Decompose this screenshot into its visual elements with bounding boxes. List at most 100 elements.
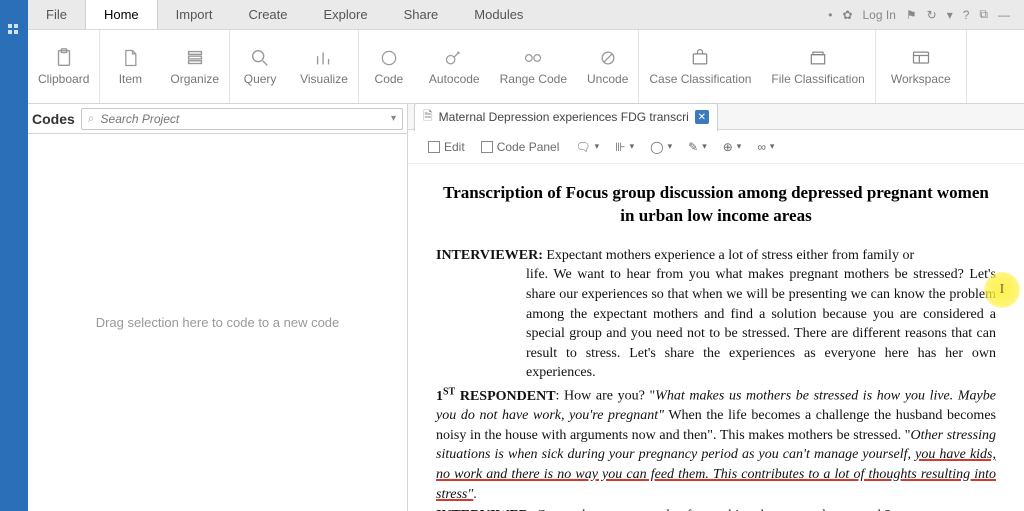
code-panel-toggle[interactable]: Code Panel <box>481 140 560 154</box>
ribbon-autocode-label: Autocode <box>429 73 480 86</box>
speaker-label: 1ST RESPONDENT <box>436 389 556 404</box>
ribbon-file-classification[interactable]: File Classification <box>761 30 874 103</box>
chart-icon <box>313 47 335 69</box>
search-icon <box>249 47 271 69</box>
menu-import[interactable]: Import <box>158 0 231 29</box>
file-classification-icon <box>807 47 829 69</box>
respondent-tail: . <box>473 487 477 502</box>
codes-panel: Codes ⌕ ▾ Drag selection here to code to… <box>28 104 408 511</box>
tray-sync-icon[interactable]: ✿ <box>842 8 852 22</box>
speaker-label: INTERVIEWER: <box>436 248 543 263</box>
ribbon-visualize[interactable]: Visualize <box>290 30 358 103</box>
menu-file[interactable]: File <box>28 0 85 29</box>
document-tab-bar: 🗎 Maternal Depression experiences FDG tr… <box>408 104 1024 130</box>
tray-refresh-icon[interactable]: ↻ <box>927 8 937 22</box>
tray-login-button[interactable]: Log In <box>863 8 896 22</box>
search-icon: ⌕ <box>82 111 101 126</box>
ribbon-query-label: Query <box>244 73 277 86</box>
range-icon <box>522 47 544 69</box>
document-tab-title: Maternal Depression experiences FDG tran… <box>439 110 689 124</box>
codes-drop-hint: Drag selection here to code to a new cod… <box>96 315 340 330</box>
rail-grip-icon <box>8 24 20 36</box>
menu-create[interactable]: Create <box>230 0 305 29</box>
tray-dropdown-icon[interactable]: ▾ <box>947 8 953 22</box>
respondent-block: 1ST RESPONDENT: How are you? "What makes… <box>436 385 996 504</box>
ribbon-uncode[interactable]: Uncode <box>577 30 638 103</box>
ribbon-code-label: Code <box>375 73 404 86</box>
menu-modules[interactable]: Modules <box>456 0 541 29</box>
tray-help-icon[interactable]: ? <box>963 8 970 22</box>
codes-drop-area[interactable]: Drag selection here to code to a new cod… <box>28 134 407 511</box>
document-title: Transcription of Focus group discussion … <box>436 182 996 228</box>
app-left-rail <box>0 0 28 511</box>
search-project-input[interactable] <box>101 112 385 126</box>
document-tab[interactable]: 🗎 Maternal Depression experiences FDG tr… <box>414 103 718 131</box>
ribbon-item[interactable]: Item <box>100 30 160 103</box>
document-icon: 🗎 <box>423 107 433 128</box>
code-panel-toggle-label: Code Panel <box>497 140 560 154</box>
highlight-tool[interactable]: ◯▾ <box>650 140 672 154</box>
checkbox-icon <box>428 141 440 153</box>
ribbon-case-classification-label: Case Classification <box>649 73 751 86</box>
document-panel: 🗎 Maternal Depression experiences FDG tr… <box>408 104 1024 511</box>
document-toolbar: Edit Code Panel 🗨▾ ⊪▾ ◯▾ ✎▾ ⊕▾ ∞▾ <box>408 130 1024 164</box>
titlebar-tray: • ✿ Log In ⚑ ↻ ▾ ? ⧉ — <box>828 0 1024 29</box>
tray-minimize-icon[interactable]: — <box>998 8 1010 22</box>
annotate-icon: 🗨 <box>575 140 590 154</box>
menu-home[interactable]: Home <box>85 0 158 29</box>
app-window: File Home Import Create Explore Share Mo… <box>28 0 1024 511</box>
zoom-icon: ⊕ <box>723 140 733 154</box>
ribbon-case-classification[interactable]: Case Classification <box>639 30 761 103</box>
workspace-icon <box>910 47 932 69</box>
pen-icon: ✎ <box>688 140 698 154</box>
ribbon-code[interactable]: Code <box>359 30 419 103</box>
checkbox-icon <box>481 141 493 153</box>
transcript-continuation: life. We want to hear from you what make… <box>436 265 996 383</box>
chevron-down-icon[interactable]: ▾ <box>385 113 402 124</box>
auto-icon <box>443 47 465 69</box>
stripes-tool[interactable]: ⊪▾ <box>615 140 634 154</box>
ribbon-clipboard-label: Clipboard <box>38 73 89 86</box>
ribbon-range-code[interactable]: Range Code <box>490 30 577 103</box>
uncode-icon <box>597 47 619 69</box>
ribbon-clipboard[interactable]: Clipboard <box>28 30 99 103</box>
organize-icon <box>184 47 206 69</box>
circle-icon <box>378 47 400 69</box>
ribbon-workspace[interactable]: Workspace <box>876 30 966 103</box>
ribbon-autocode[interactable]: Autocode <box>419 30 490 103</box>
menu-share[interactable]: Share <box>386 0 457 29</box>
ribbon-item-label: Item <box>119 73 142 86</box>
ribbon-uncode-label: Uncode <box>587 73 628 86</box>
ribbon-organize-label: Organize <box>170 73 219 86</box>
tray-save-icon[interactable]: ⚑ <box>906 8 917 22</box>
link-tool[interactable]: ∞▾ <box>757 140 774 154</box>
menu-bar: File Home Import Create Explore Share Mo… <box>28 0 1024 30</box>
tray-dot-icon[interactable]: • <box>828 8 832 22</box>
highlight-icon: ◯ <box>650 140 663 154</box>
ribbon-range-code-label: Range Code <box>500 73 567 86</box>
codes-panel-title: Codes <box>32 111 75 127</box>
clipboard-icon <box>53 47 75 69</box>
respondent-lead: : How are you? " <box>556 389 656 404</box>
ribbon: Clipboard Item Organize Que <box>28 30 1024 104</box>
zoom-tool[interactable]: ⊕▾ <box>723 140 742 154</box>
interviewer2-block: INTERVIWER: Can we have an example of so… <box>436 506 996 511</box>
ribbon-organize[interactable]: Organize <box>160 30 229 103</box>
search-project-field[interactable]: ⌕ ▾ <box>81 108 403 130</box>
edit-toggle-label: Edit <box>444 140 465 154</box>
stripes-icon: ⊪ <box>615 140 625 154</box>
pen-tool[interactable]: ✎▾ <box>688 140 707 154</box>
menu-explore[interactable]: Explore <box>306 0 386 29</box>
case-classification-icon <box>689 47 711 69</box>
document-icon <box>119 47 141 69</box>
edit-toggle[interactable]: Edit <box>428 140 465 154</box>
annotate-tool[interactable]: 🗨▾ <box>575 140 599 154</box>
codes-header: Codes ⌕ ▾ <box>28 104 407 134</box>
ribbon-file-classification-label: File Classification <box>771 73 864 86</box>
ribbon-query[interactable]: Query <box>230 30 290 103</box>
document-body[interactable]: I Transcription of Focus group discussio… <box>408 164 1024 511</box>
close-tab-icon[interactable]: ✕ <box>695 110 709 124</box>
interviewer-line1: Expectant mothers experience a lot of st… <box>546 248 914 263</box>
main-area: Codes ⌕ ▾ Drag selection here to code to… <box>28 104 1024 511</box>
tray-window-icon[interactable]: ⧉ <box>979 7 988 22</box>
